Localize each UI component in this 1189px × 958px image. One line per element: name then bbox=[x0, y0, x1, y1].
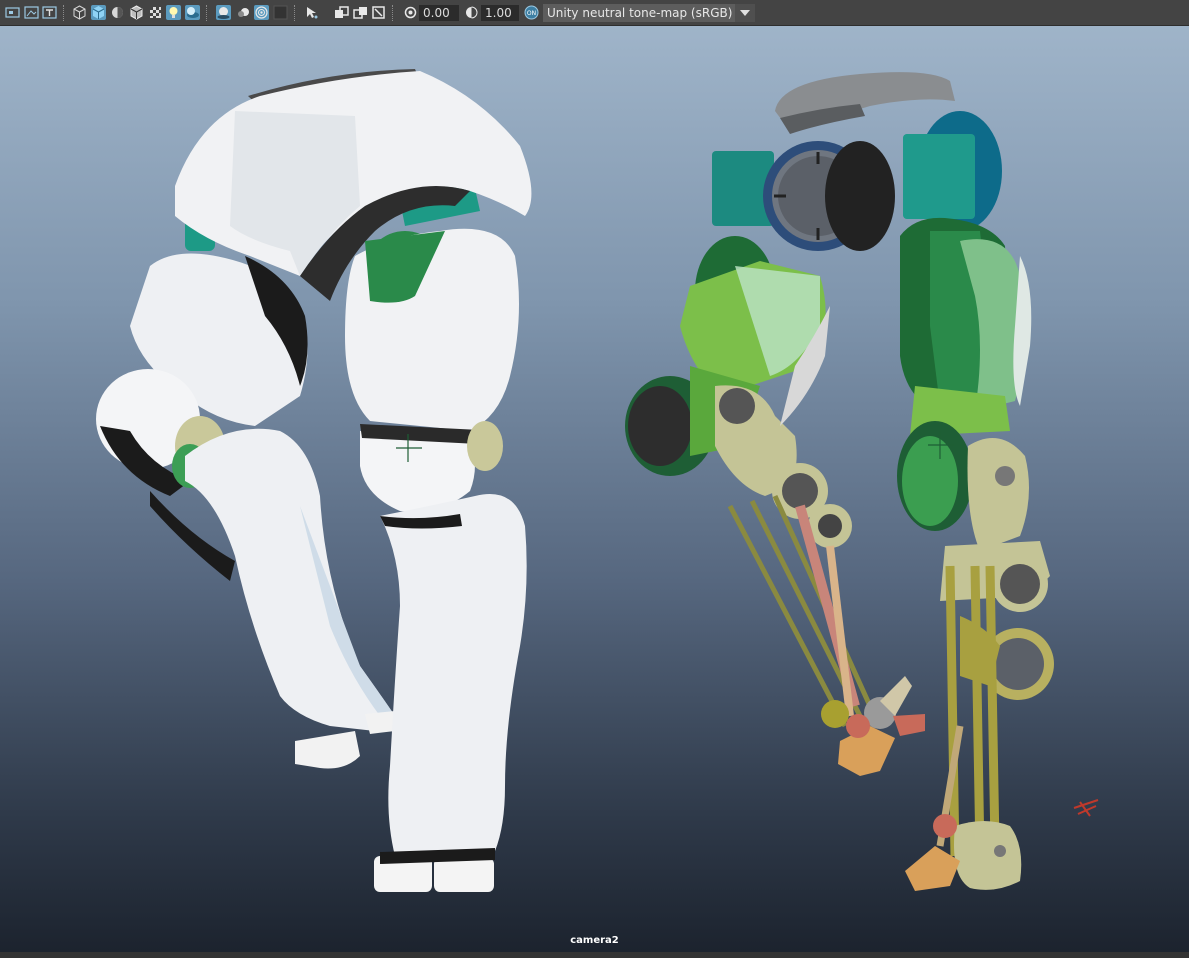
gamma-field[interactable]: 1.00 bbox=[481, 5, 519, 21]
camera-name-label: camera2 bbox=[570, 935, 619, 946]
textured-icon[interactable] bbox=[148, 5, 163, 20]
motion-blur-icon[interactable] bbox=[236, 5, 251, 20]
camera-attributes-icon[interactable] bbox=[24, 5, 39, 20]
color-management-icon[interactable]: ON bbox=[524, 5, 539, 20]
select-camera-icon[interactable] bbox=[5, 5, 20, 20]
shadows-icon[interactable] bbox=[185, 5, 200, 20]
toolbar-separator bbox=[206, 5, 209, 21]
toolbar-separator bbox=[294, 5, 297, 21]
xray-joints-icon[interactable] bbox=[371, 5, 386, 20]
wireframe-on-shaded-icon[interactable] bbox=[129, 5, 144, 20]
exposure-field[interactable]: 0.00 bbox=[419, 5, 459, 21]
toolbar-separator bbox=[392, 5, 395, 21]
wireframe-icon[interactable] bbox=[72, 5, 87, 20]
colorspace-badge-text: ON bbox=[527, 10, 536, 17]
image-plane-icon[interactable] bbox=[42, 5, 57, 20]
maya-viewport-panel: 0.00 1.00 ON Unity neutral tone-map (sRG… bbox=[0, 0, 1189, 958]
isolate-select-icon[interactable] bbox=[304, 5, 319, 20]
white-armored-legs[interactable] bbox=[96, 69, 532, 892]
chevron-down-icon[interactable] bbox=[735, 4, 755, 22]
mechanical-leg-rig[interactable] bbox=[625, 72, 1099, 891]
color-management-view-label: Unity neutral tone-map (sRGB) bbox=[547, 6, 733, 20]
xray-active-components-icon[interactable] bbox=[353, 5, 368, 20]
anti-aliasing-icon[interactable] bbox=[254, 5, 269, 20]
use-default-material-icon[interactable] bbox=[110, 5, 125, 20]
use-all-lights-icon[interactable] bbox=[166, 5, 181, 20]
viewport-bottom-border bbox=[0, 952, 1189, 958]
toolbar-separator bbox=[63, 5, 66, 21]
xray-icon[interactable] bbox=[334, 5, 349, 20]
exposure-icon[interactable] bbox=[403, 5, 418, 20]
screen-space-ao-icon[interactable] bbox=[216, 5, 231, 20]
depth-of-field-icon[interactable] bbox=[273, 5, 288, 20]
gamma-icon[interactable] bbox=[464, 5, 479, 20]
3d-viewport[interactable] bbox=[0, 26, 1189, 952]
color-management-view-dropdown[interactable]: Unity neutral tone-map (sRGB) bbox=[543, 4, 755, 22]
smooth-shade-icon[interactable] bbox=[91, 5, 106, 20]
viewport-toolbar: 0.00 1.00 ON Unity neutral tone-map (sRG… bbox=[0, 0, 1189, 26]
